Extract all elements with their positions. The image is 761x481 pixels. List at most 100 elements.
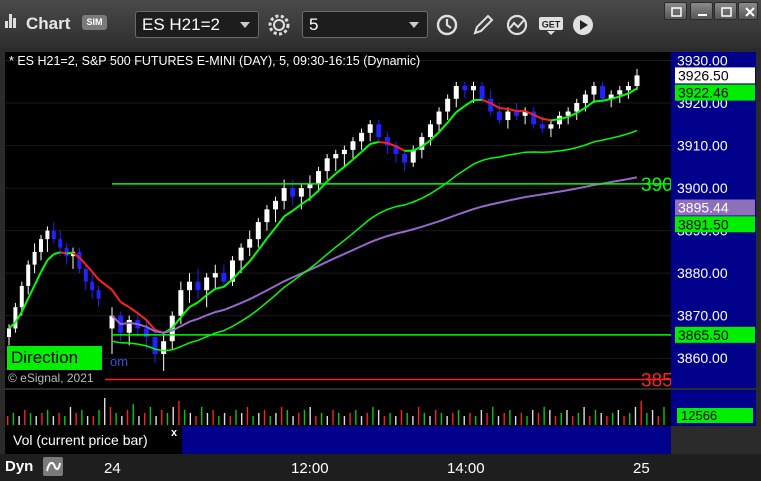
fast-ma-segment: [215, 285, 225, 290]
volume-bar: [571, 416, 574, 425]
fast-ma-segment: [53, 251, 61, 256]
volume-bar: [532, 410, 534, 425]
fast-ma-segment: [60, 251, 67, 255]
fast-ma-segment: [283, 209, 294, 218]
candle-body: [582, 94, 588, 104]
volume-bar: [486, 413, 488, 425]
candle-body: [298, 188, 304, 197]
volume-bar: [104, 398, 106, 425]
volume-study-label: Vol (current price bar): [13, 432, 148, 448]
volume-bar: [223, 413, 226, 425]
volume-bar: [372, 407, 374, 425]
volume-bar: [549, 410, 551, 425]
clock-icon[interactable]: [432, 11, 462, 39]
price-badge-label: 3891.50: [678, 216, 729, 232]
volume-bar: [252, 416, 254, 425]
candle-body: [634, 75, 640, 87]
candle-body: [212, 273, 218, 278]
volume-bar: [166, 413, 169, 425]
volume-bar: [206, 413, 209, 425]
symbol-dropdown[interactable]: ES H21=2: [135, 11, 259, 38]
volume-bar: [235, 410, 237, 425]
maximize-icon[interactable]: [714, 2, 737, 20]
dynamic-label: Dyn: [5, 458, 34, 475]
volume-bar: [377, 410, 380, 425]
volume-bar: [617, 410, 620, 425]
close-window-icon[interactable]: [738, 2, 758, 20]
volume-study-bar: Vol (current price bar) x: [5, 426, 671, 454]
fast-ma-segment: [369, 141, 380, 145]
volume-bar: [218, 416, 220, 425]
fast-ma-segment: [188, 301, 199, 308]
volume-bar: [634, 407, 637, 425]
price-plot-area[interactable]: 390 385: [5, 52, 673, 391]
interval-dropdown[interactable]: 5: [302, 11, 428, 38]
volume-bar: [423, 413, 426, 425]
volume-bar: [440, 413, 443, 425]
candle-body: [143, 328, 149, 337]
volume-bar: [446, 416, 448, 425]
minimize-icon[interactable]: [690, 2, 713, 20]
candle-body: [333, 154, 339, 159]
candle-body: [350, 141, 356, 150]
volume-bar: [46, 410, 49, 425]
candle-body: [39, 239, 43, 252]
fast-ma-segment: [352, 151, 363, 161]
candle-body: [273, 200, 279, 210]
candle-body: [445, 98, 451, 112]
pencil-draw-icon[interactable]: [468, 11, 498, 39]
chevron-down-icon: [240, 22, 250, 28]
dynamic-toggle-button[interactable]: [43, 457, 63, 476]
interval-value: 5: [309, 15, 319, 34]
study-indicator-icon[interactable]: [502, 11, 532, 39]
volume-bar: [429, 416, 431, 425]
volume-bar: [212, 410, 214, 425]
volume-bar: [263, 410, 266, 425]
price-badge-label: 3926.50: [678, 67, 729, 83]
dynamic-toggle-icon: [46, 461, 61, 472]
volume-bar: [332, 410, 334, 425]
volume-bar: [143, 413, 146, 425]
link-window-icon[interactable]: [664, 2, 687, 20]
candle-body: [427, 124, 433, 138]
candle-body: [539, 124, 545, 129]
candle-body: [462, 86, 468, 91]
price-axis-svg: 3860.003870.003880.003890.003900.003910.…: [675, 53, 755, 366]
close-icon[interactable]: x: [171, 427, 177, 439]
volume-bar: [41, 413, 43, 425]
volume-bar: [463, 416, 465, 425]
price-axis[interactable]: 3860.003870.003880.003890.003900.003910.…: [671, 52, 756, 388]
candle-body: [479, 86, 485, 99]
volume-study-label-box[interactable]: Vol (current price bar) x: [5, 426, 182, 454]
volume-bar: [195, 416, 197, 425]
fast-ma-segment: [137, 312, 148, 321]
volume-bar: [623, 416, 625, 425]
candle-body: [186, 281, 192, 291]
candle-body: [13, 307, 18, 329]
candle-body: [264, 209, 270, 223]
partial-text-label: om: [110, 354, 129, 369]
fast-ma-segment: [326, 172, 337, 183]
time-tick-label: 25: [633, 460, 650, 477]
volume-bar: [35, 416, 37, 425]
volume-bar: [514, 416, 517, 425]
volume-bar: [275, 413, 277, 425]
candle-body: [195, 281, 201, 291]
time-axis[interactable]: Dyn 24 12:00 14:00 25: [0, 454, 761, 481]
volume-bar: [240, 413, 243, 425]
fast-ma-segment: [111, 289, 122, 303]
candle-body: [152, 336, 158, 354]
candle-body: [376, 124, 382, 138]
volume-bar: [338, 413, 340, 425]
candle-body: [591, 86, 597, 95]
volume-bar: [606, 416, 608, 425]
fast-ma-segment: [128, 306, 139, 315]
volume-plot-area[interactable]: [5, 390, 671, 426]
volume-bar: [109, 407, 112, 425]
play-icon[interactable]: [568, 11, 598, 39]
volume-bar: [509, 410, 511, 425]
candle-body: [470, 86, 476, 91]
settings-gear-icon[interactable]: [264, 11, 294, 39]
get-data-icon[interactable]: GET: [535, 11, 565, 39]
volume-bar: [589, 416, 591, 425]
